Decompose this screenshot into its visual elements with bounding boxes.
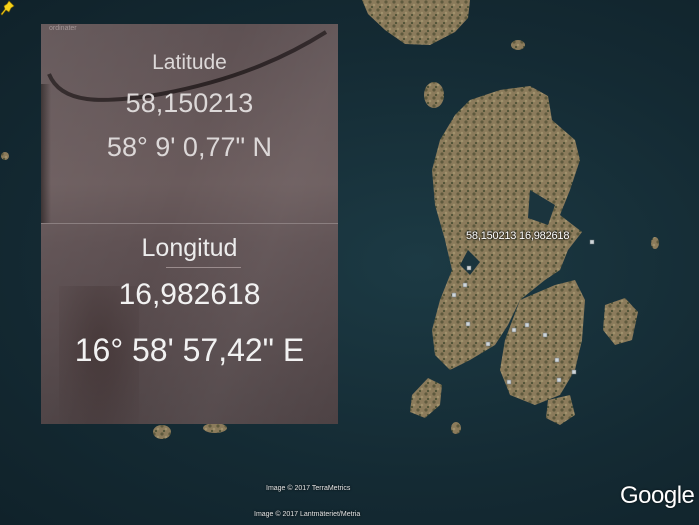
photo-header: ordinater	[49, 25, 77, 32]
placemark-icon	[462, 282, 468, 288]
coordinate-photo-overlay: ordinater Latitude 58,150213 58° 9' 0,77…	[41, 24, 338, 424]
islet-east	[603, 298, 638, 345]
placemark-icon	[511, 327, 517, 333]
placemark-icon	[524, 322, 530, 328]
islet	[153, 425, 171, 439]
islet	[1, 152, 9, 160]
latitude-dms: 58° 9' 0,77" N	[106, 132, 273, 162]
placemark-icon	[554, 357, 560, 363]
islet	[424, 82, 444, 108]
latitude-label: Latitude	[152, 51, 227, 74]
label-underline	[166, 267, 241, 268]
placemark-icon	[466, 265, 472, 271]
placemark-icon	[485, 341, 491, 347]
islet-south	[410, 378, 442, 418]
placemark-icon	[556, 377, 562, 383]
placemark-icon	[589, 239, 595, 245]
placemark-icon	[542, 332, 548, 338]
islet	[651, 237, 659, 249]
longitude-decimal: 16,982618	[118, 278, 261, 311]
placemark-icon	[506, 379, 512, 385]
placemark-icon	[451, 292, 457, 298]
latitude-decimal: 58,150213	[125, 88, 254, 118]
longitude-label: Longitud	[141, 234, 238, 262]
longitude-dms: 16° 58' 57,42" E	[74, 332, 305, 368]
islet	[511, 40, 525, 50]
island-north	[362, 0, 470, 45]
map-pin-icon[interactable]	[0, 0, 16, 16]
attribution-lantmateriet: Image © 2017 Lantmäteriet/Metria	[254, 511, 361, 518]
google-logo: Google	[620, 482, 695, 509]
attribution-terrametrics: Image © 2017 TerraMetrics	[266, 485, 351, 492]
placemark-icon	[465, 321, 471, 327]
islet	[451, 422, 461, 434]
divider	[41, 223, 338, 224]
islet-south	[546, 395, 575, 425]
pin-label: 58,150213 16,982618	[466, 230, 570, 242]
placemark-icon	[571, 369, 577, 375]
islet	[203, 423, 227, 433]
